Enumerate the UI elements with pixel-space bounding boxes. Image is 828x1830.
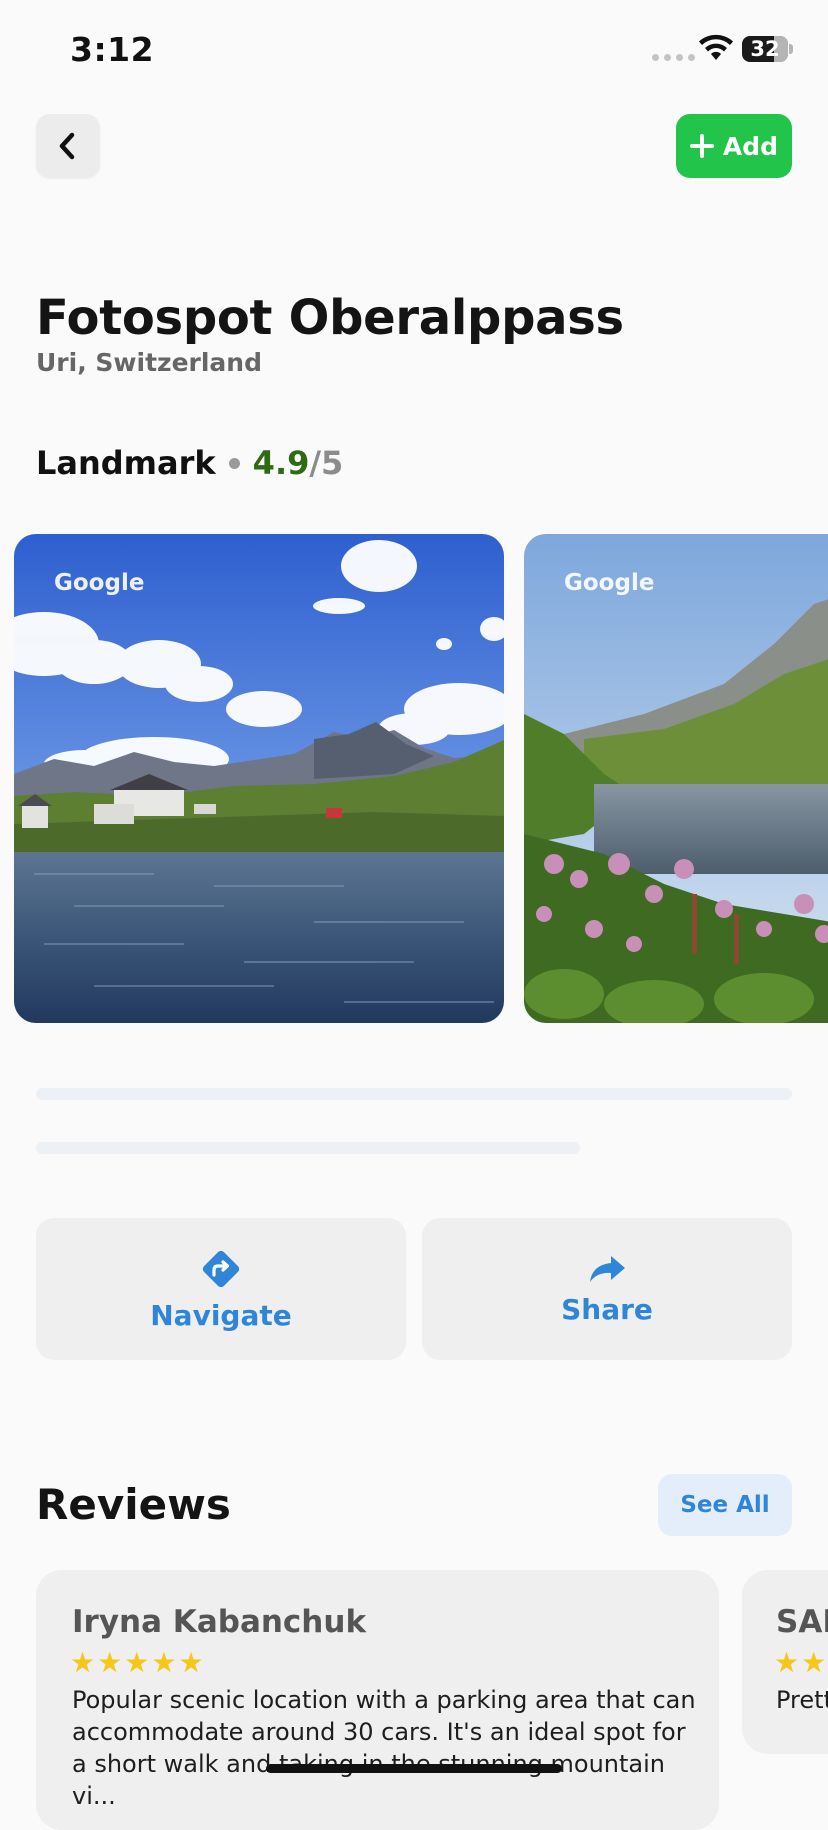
wifi-icon: [699, 34, 733, 60]
place-category: Landmark: [36, 444, 216, 482]
star-icon: ★: [124, 1646, 150, 1679]
share-button[interactable]: Share: [422, 1218, 792, 1360]
battery-level: 32: [750, 37, 780, 61]
battery-tip: [789, 44, 793, 54]
navigate-label: Navigate: [150, 1298, 292, 1332]
star-icon: ★: [774, 1646, 800, 1679]
chevron-left-icon: [59, 132, 75, 160]
add-button[interactable]: Add: [676, 114, 792, 178]
landscape-photo-image: [14, 534, 504, 1023]
battery-icon: 32: [742, 36, 788, 62]
plus-icon: [689, 134, 714, 158]
see-all-reviews-button[interactable]: See All: [658, 1474, 792, 1536]
place-rating: 4.9: [252, 444, 310, 482]
loading-placeholder-line: [36, 1088, 792, 1100]
star-icon: ★: [151, 1646, 177, 1679]
photo-source-label: Google: [564, 570, 655, 596]
place-location: Uri, Switzerland: [36, 348, 262, 377]
home-indicator[interactable]: [266, 1764, 562, 1773]
photo-lake-landscape[interactable]: Google: [14, 534, 504, 1023]
reviews-heading: Reviews: [36, 1480, 231, 1529]
review-text: Popular scenic location with a parking a…: [72, 1686, 696, 1810]
separator-dot: [228, 457, 240, 469]
add-button-label: Add: [722, 131, 779, 161]
photo-alpine-lake-flowers[interactable]: Google: [524, 534, 828, 1023]
review-text: Prett: [776, 1686, 828, 1714]
place-title: Fotospot Oberalppass: [36, 290, 624, 346]
star-icon: ★: [70, 1646, 96, 1679]
photo-source-label: Google: [54, 570, 145, 596]
review-author: SAI: [776, 1604, 828, 1640]
cellular-signal-icon: [652, 54, 695, 61]
star-icon: ★: [801, 1646, 827, 1679]
review-card[interactable]: SAI ★ ★ ★ Prett: [742, 1570, 828, 1754]
review-author: Iryna Kabanchuk: [72, 1604, 367, 1640]
review-card[interactable]: Iryna Kabanchuk ★ ★ ★ ★ ★ Popular scenic…: [36, 1570, 719, 1830]
review-stars: ★ ★ ★ ★ ★: [70, 1646, 204, 1679]
share-label: Share: [561, 1292, 653, 1326]
status-time: 3:12: [70, 30, 155, 69]
star-icon: ★: [97, 1646, 123, 1679]
directions-icon: [202, 1250, 240, 1287]
loading-placeholder-line: [36, 1142, 580, 1154]
landscape-photo-image: [524, 534, 828, 1023]
back-button[interactable]: [36, 114, 100, 178]
place-meta: Landmark 4.9 /5: [36, 444, 343, 482]
share-arrow-icon: [590, 1255, 625, 1282]
review-stars: ★ ★ ★: [774, 1646, 828, 1679]
star-icon: ★: [178, 1646, 204, 1679]
place-rating-max: /5: [309, 444, 344, 482]
navigate-button[interactable]: Navigate: [36, 1218, 406, 1360]
